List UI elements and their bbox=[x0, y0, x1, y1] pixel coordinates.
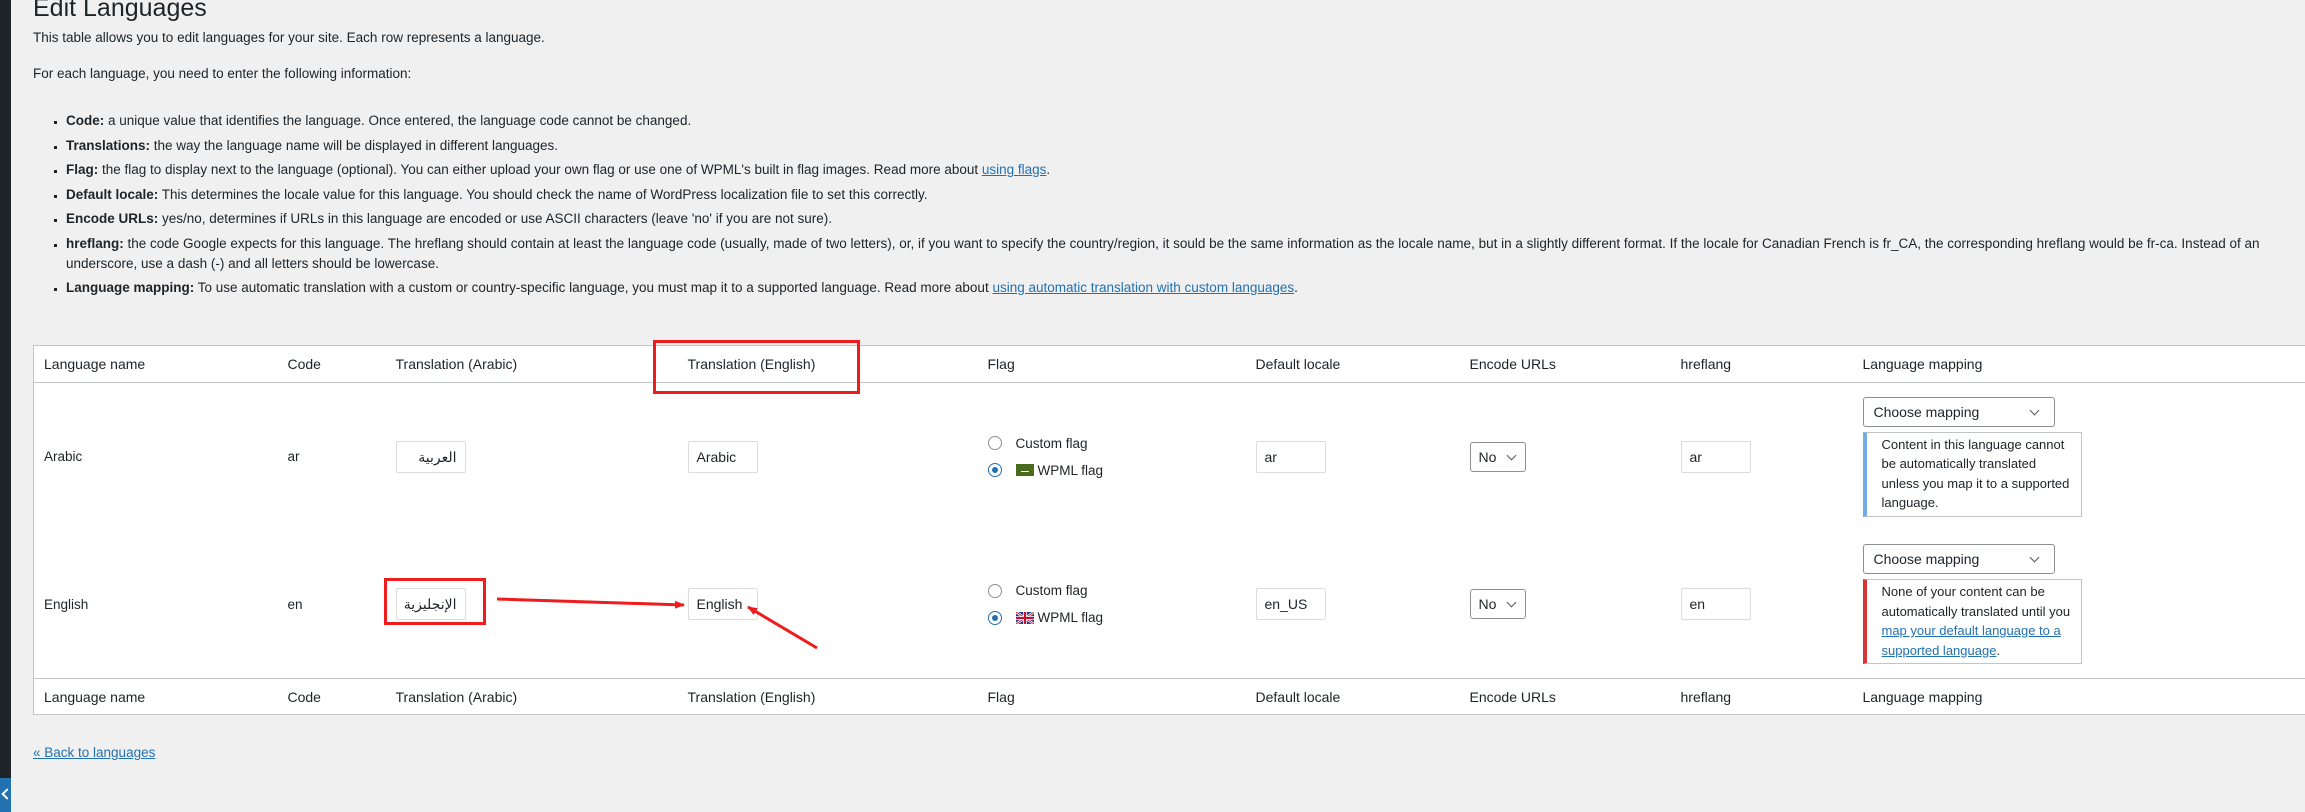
default-locale-input[interactable]: en_US bbox=[1255, 588, 1326, 620]
language-name: English bbox=[44, 596, 89, 612]
admin-sidebar bbox=[0, 0, 11, 812]
col-footer-translation-english: Translation (English) bbox=[677, 678, 978, 715]
custom-flag-radio[interactable] bbox=[987, 436, 1002, 450]
hreflang-input[interactable]: ar bbox=[1680, 440, 1751, 473]
mapping-error-notice: None of your content can be automaticall… bbox=[1862, 579, 2082, 664]
translation-english-input[interactable]: Arabic bbox=[687, 440, 758, 473]
col-header-encode-urls: Encode URLs bbox=[1459, 345, 1671, 383]
wpml-flag-radio[interactable] bbox=[987, 610, 1002, 625]
col-header-language-name: Language name bbox=[33, 345, 278, 383]
flag-options: Custom flag WPML flag bbox=[987, 577, 1246, 631]
col-footer-flag: Flag bbox=[977, 678, 1246, 715]
language-mapping-select[interactable]: Choose mapping bbox=[1862, 544, 2055, 574]
definition-language-mapping: Language mapping: To use automatic trans… bbox=[66, 278, 2305, 298]
col-footer-language-mapping: Language mapping bbox=[1852, 678, 2305, 715]
map-default-language-link[interactable]: map your default language to a supported… bbox=[1882, 623, 2061, 658]
col-footer-default-locale: Default locale bbox=[1245, 678, 1460, 715]
definition-code: Code: a unique value that identifies the… bbox=[66, 111, 2305, 131]
saudi-arabia-flag-icon bbox=[1015, 464, 1034, 476]
chevron-down-icon bbox=[1506, 450, 1516, 460]
col-footer-code: Code bbox=[277, 678, 386, 715]
col-header-code: Code bbox=[277, 345, 386, 383]
col-footer-language-name: Language name bbox=[33, 678, 278, 715]
col-footer-hreflang: hreflang bbox=[1670, 678, 1853, 715]
language-name: Arabic bbox=[44, 449, 83, 464]
chevron-down-icon bbox=[1506, 597, 1516, 608]
col-header-default-locale: Default locale bbox=[1245, 345, 1460, 383]
default-locale-input[interactable]: ar bbox=[1255, 440, 1326, 473]
chevron-down-icon bbox=[2029, 405, 2039, 415]
automatic-translation-custom-languages-link[interactable]: using automatic translation with custom … bbox=[992, 280, 1294, 295]
definition-flag: Flag: the flag to display next to the la… bbox=[66, 160, 2305, 180]
definition-translations: Translations: the way the language name … bbox=[66, 136, 2305, 156]
col-header-language-mapping: Language mapping bbox=[1852, 345, 2305, 383]
table-row: English en الإنجليزية English Custom fla… bbox=[34, 530, 2305, 679]
uk-flag-icon bbox=[1015, 611, 1034, 624]
intro-text-2: For each language, you need to enter the… bbox=[33, 66, 412, 81]
wpml-flag-option[interactable]: WPML flag bbox=[987, 604, 1246, 631]
col-header-translation-english: Translation (English) bbox=[677, 345, 978, 383]
col-header-hreflang: hreflang bbox=[1670, 345, 1853, 383]
language-mapping-select[interactable]: Choose mapping bbox=[1862, 396, 2055, 427]
definition-encode-urls: Encode URLs: yes/no, determines if URLs … bbox=[66, 209, 2305, 229]
language-code: ar bbox=[287, 449, 300, 464]
translation-arabic-input[interactable]: الإنجليزية bbox=[395, 588, 466, 620]
using-flags-link[interactable]: using flags bbox=[982, 162, 1047, 177]
custom-flag-option[interactable]: Custom flag bbox=[987, 430, 1246, 457]
wpml-flag-option[interactable]: WPML flag bbox=[987, 457, 1246, 484]
col-header-flag: Flag bbox=[977, 345, 1246, 383]
encode-urls-select[interactable]: No bbox=[1469, 589, 1526, 619]
page-title: Edit Languages bbox=[33, 0, 207, 22]
field-definitions-list: Code: a unique value that identifies the… bbox=[33, 111, 2305, 303]
translation-arabic-input[interactable]: العربية bbox=[395, 440, 466, 473]
flag-options: Custom flag WPML flag bbox=[987, 430, 1246, 484]
intro-text: This table allows you to edit languages … bbox=[33, 30, 545, 45]
table-header-row: Language name Code Translation (Arabic) … bbox=[33, 345, 2305, 383]
table-footer-row: Language name Code Translation (Arabic) … bbox=[33, 678, 2305, 715]
back-to-languages-link[interactable]: « Back to languages bbox=[33, 745, 155, 760]
col-footer-encode-urls: Encode URLs bbox=[1459, 678, 1671, 715]
language-code: en bbox=[287, 596, 303, 612]
encode-urls-select[interactable]: No bbox=[1469, 441, 1526, 472]
collapse-menu-button[interactable] bbox=[0, 778, 11, 812]
custom-flag-radio[interactable] bbox=[987, 583, 1002, 598]
table-row: Arabic ar العربية Arabic Custom flag WPM… bbox=[34, 383, 2305, 531]
hreflang-input[interactable]: en bbox=[1680, 588, 1751, 620]
chevron-down-icon bbox=[2029, 552, 2039, 563]
col-header-translation-arabic: Translation (Arabic) bbox=[385, 345, 678, 383]
edit-languages-table: Language name Code Translation (Arabic) … bbox=[33, 345, 2305, 715]
definition-hreflang: hreflang: the code Google expects for th… bbox=[66, 234, 2305, 274]
definition-default-locale: Default locale: This determines the loca… bbox=[66, 185, 2305, 205]
mapping-info-notice: Content in this language cannot be autom… bbox=[1862, 431, 2082, 517]
custom-flag-option[interactable]: Custom flag bbox=[987, 577, 1246, 604]
col-footer-translation-arabic: Translation (Arabic) bbox=[385, 678, 678, 715]
translation-english-input[interactable]: English bbox=[687, 588, 758, 620]
wpml-flag-radio[interactable] bbox=[987, 463, 1002, 477]
